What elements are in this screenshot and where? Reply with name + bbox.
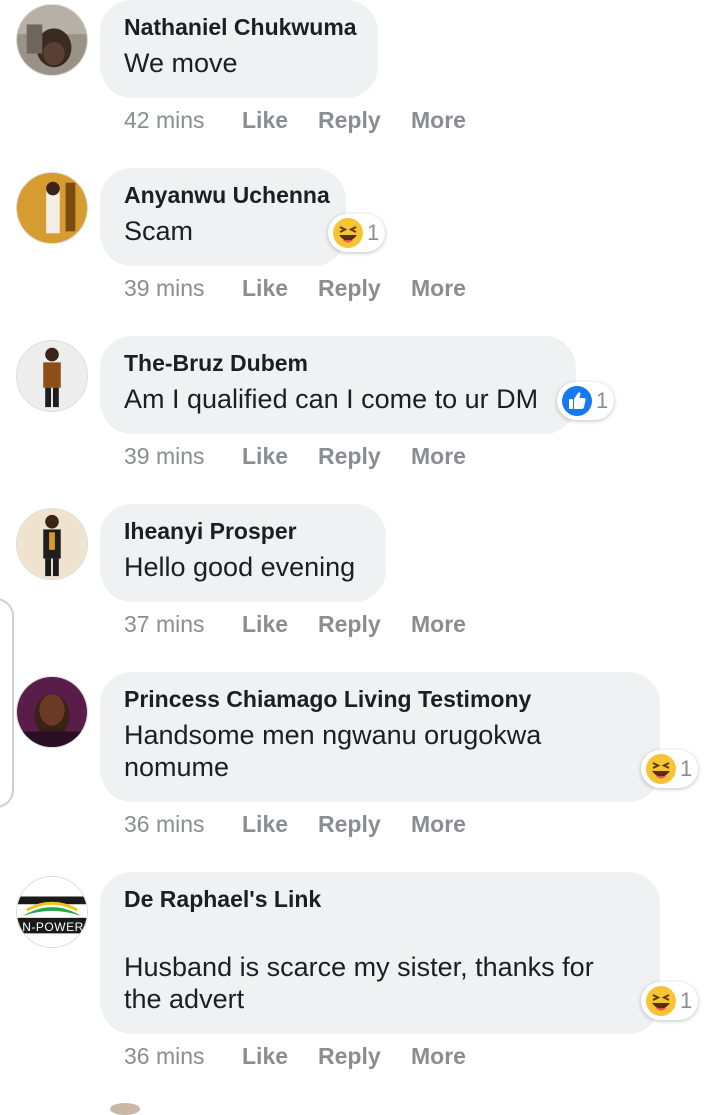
comment-text: Scam <box>124 216 194 246</box>
reply-button[interactable]: Reply <box>318 611 381 638</box>
like-button[interactable]: Like <box>242 811 288 838</box>
like-icon <box>561 385 593 417</box>
avatar[interactable] <box>16 4 88 76</box>
reply-button[interactable]: Reply <box>318 1043 381 1070</box>
comment-text: Husband is scarce my sister, thanks for … <box>124 952 594 1014</box>
reaction-summary[interactable]: 1 <box>641 750 699 788</box>
more-button[interactable]: More <box>411 1043 466 1070</box>
commenter-name[interactable]: Iheanyi Prosper <box>124 517 362 545</box>
comment-text: Hello good evening <box>124 552 356 582</box>
comment-bubble: Princess Chiamago Living Testimony Hands… <box>100 672 660 802</box>
comment-bubble: Iheanyi Prosper Hello good evening <box>100 504 386 602</box>
like-button[interactable]: Like <box>242 611 288 638</box>
next-avatar-partial <box>110 1103 140 1115</box>
comment-bubble: The-Bruz Dubem Am I qualified can I come… <box>100 336 576 434</box>
haha-icon <box>645 985 677 1017</box>
more-button[interactable]: More <box>411 811 466 838</box>
avatar[interactable] <box>16 172 88 244</box>
side-panel-edge <box>0 598 14 808</box>
reaction-count: 1 <box>596 388 609 413</box>
like-button[interactable]: Like <box>242 275 288 302</box>
comment-text: Am I qualified can I come to ur DM <box>124 384 539 414</box>
commenter-name[interactable]: Nathaniel Chukwuma <box>124 13 357 41</box>
avatar[interactable] <box>16 340 88 412</box>
commenter-name[interactable]: Princess Chiamago Living Testimony <box>124 685 636 713</box>
avatar[interactable] <box>16 508 88 580</box>
comment-bubble: Anyanwu Uchenna Scam <box>100 168 346 266</box>
comment-timestamp[interactable]: 39 mins <box>124 275 205 302</box>
reaction-summary[interactable]: 1 <box>557 382 615 420</box>
comment-timestamp[interactable]: 39 mins <box>124 443 205 470</box>
more-button[interactable]: More <box>411 611 466 638</box>
more-button[interactable]: More <box>411 107 466 134</box>
reaction-count: 1 <box>680 988 693 1013</box>
comment-timestamp[interactable]: 42 mins <box>124 107 205 134</box>
reaction-count: 1 <box>680 756 693 781</box>
commenter-name[interactable]: De Raphael's Link <box>124 885 636 913</box>
more-button[interactable]: More <box>411 443 466 470</box>
haha-icon <box>645 753 677 785</box>
reaction-summary[interactable]: 1 <box>641 982 699 1020</box>
reaction-summary[interactable]: 1 <box>328 214 386 252</box>
haha-icon <box>332 217 364 249</box>
reply-button[interactable]: Reply <box>318 107 381 134</box>
avatar[interactable]: N-POWER <box>16 876 88 948</box>
reaction-count: 1 <box>367 220 380 245</box>
reply-button[interactable]: Reply <box>318 443 381 470</box>
commenter-name[interactable]: The-Bruz Dubem <box>124 349 552 377</box>
commenter-name[interactable]: Anyanwu Uchenna <box>124 181 330 209</box>
like-button[interactable]: Like <box>242 1043 288 1070</box>
more-button[interactable]: More <box>411 275 466 302</box>
reply-button[interactable]: Reply <box>318 275 381 302</box>
comment-bubble: De Raphael's Link Husband is scarce my s… <box>100 872 660 1034</box>
comment-timestamp[interactable]: 37 mins <box>124 611 205 638</box>
reply-button[interactable]: Reply <box>318 811 381 838</box>
comment-bubble: Nathaniel Chukwuma We move <box>100 0 378 98</box>
avatar-logo-text: N-POWER <box>22 920 84 934</box>
like-button[interactable]: Like <box>242 107 288 134</box>
comment-text: Handsome men ngwanu orugokwa nomume <box>124 720 542 782</box>
comment-timestamp[interactable]: 36 mins <box>124 811 205 838</box>
like-button[interactable]: Like <box>242 443 288 470</box>
comment-timestamp[interactable]: 36 mins <box>124 1043 205 1070</box>
avatar[interactable] <box>16 676 88 748</box>
comment-text: We move <box>124 48 238 78</box>
